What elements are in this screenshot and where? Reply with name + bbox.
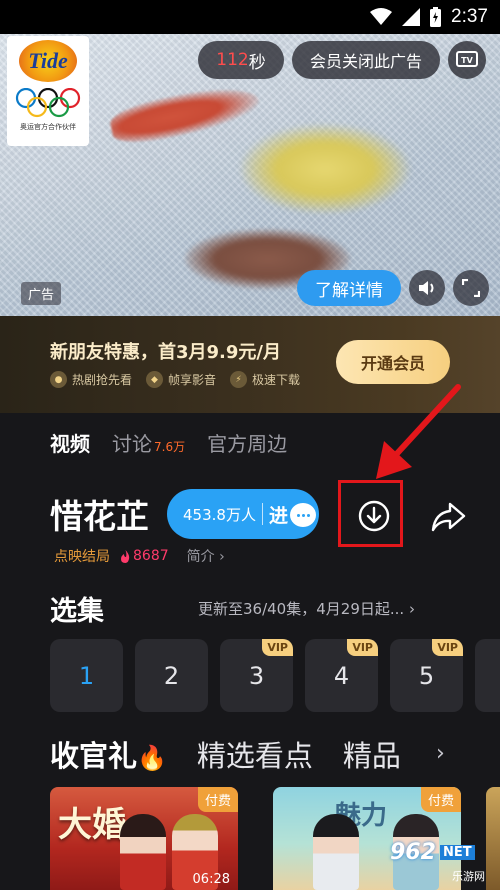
tab-premium[interactable]: 精品: [343, 733, 401, 775]
show-meta-row: 点映结局 8687 简介 ›: [54, 546, 225, 566]
tab-discussion[interactable]: 讨论 7.6万: [112, 428, 185, 457]
learn-more-button[interactable]: 了解详情: [297, 270, 401, 306]
tab-official-merch[interactable]: 官方周边: [207, 428, 287, 457]
paid-badge: 付费: [197, 787, 238, 812]
speaker-icon: [419, 281, 434, 295]
ad-video-area[interactable]: Tide 奥运官方合作伙伴 112 秒 会员关闭此广告 TV 广告 了解详情: [0, 34, 500, 316]
status-bar: 2:37: [0, 0, 500, 34]
cast-tv-button[interactable]: TV: [448, 41, 486, 79]
character-figure: [313, 814, 359, 890]
episode-list: 1 2 3 VIP 4 VIP 5 VIP: [50, 639, 500, 712]
heat-fire: 8687: [120, 548, 169, 564]
ending-label: 点映结局: [54, 549, 110, 565]
episodes-heading: 选集: [50, 596, 104, 627]
olympic-rings-icon: [15, 88, 81, 118]
tab-finale-gift[interactable]: 收官礼🔥: [50, 733, 167, 775]
signal-icon: [402, 8, 421, 26]
site-watermark: 962 NET: [390, 840, 475, 865]
content-tabs: 视频 讨论 7.6万 官方周边: [50, 428, 287, 457]
member-close-ad-button[interactable]: 会员关闭此广告: [292, 41, 440, 79]
member-perks: ● 热剧抢先看 ◆ 帧享影音 ⚡ 极速下载: [50, 371, 300, 388]
ad-countdown: 112 秒: [198, 41, 284, 79]
lightning-icon: ⚡: [230, 371, 248, 388]
member-promo-title: 新朋友特惠，首3月9.9元/月: [50, 342, 281, 363]
chat-bubble-icon: [290, 503, 316, 527]
watermark-subtitle: 乐游网: [452, 870, 485, 883]
sound-button[interactable]: [409, 270, 445, 306]
open-membership-button[interactable]: 开通会员: [336, 340, 450, 384]
chevron-right-icon: ›: [219, 549, 225, 565]
divider: [261, 503, 263, 525]
tide-logo: Tide: [19, 40, 77, 82]
intro-link[interactable]: 简介 ›: [187, 546, 225, 566]
frame-icon: ◆: [146, 371, 164, 388]
episodes-update-link[interactable]: 更新至36/40集，4月29日起... ›: [198, 598, 415, 619]
fire-icon: [121, 549, 130, 563]
episode-item[interactable]: 1: [50, 639, 123, 712]
download-highlight-box: [338, 480, 403, 547]
perk-item: ⚡ 极速下载: [230, 371, 300, 388]
svg-text:TV: TV: [461, 56, 473, 65]
tab-selected-highlights[interactable]: 精选看点: [197, 733, 313, 775]
thumbnail-title: 大婚: [58, 805, 126, 845]
perk-item: ◆ 帧享影音: [146, 371, 216, 388]
ad-label: 广告: [21, 282, 62, 305]
yellow-stain: [240, 124, 410, 214]
highlight-tabs: 收官礼🔥 精选看点 精品: [50, 733, 431, 775]
wifi-icon: [370, 8, 393, 25]
tv-icon: TV: [456, 51, 478, 67]
vip-badge: VIP: [262, 639, 293, 656]
viewer-count: 453.8万人: [183, 505, 256, 524]
battery-icon: [430, 7, 442, 27]
fullscreen-icon: [462, 279, 480, 297]
enter-chat-label: 进: [268, 504, 288, 527]
video-thumbnail[interactable]: 大婚 付费 06:28: [50, 787, 238, 890]
show-title: 惜花芷: [50, 497, 149, 536]
episode-item[interactable]: 5 VIP: [390, 639, 463, 712]
status-icons: 2:37: [370, 6, 488, 28]
annotation-arrow-icon: [376, 384, 461, 479]
countdown-unit: 秒: [248, 52, 266, 73]
countdown-value: 112: [216, 50, 249, 70]
tab-video[interactable]: 视频: [50, 428, 90, 457]
highlight-thumbnails: 大婚 付费 06:28 魅力 付费: [50, 787, 500, 890]
paid-badge: 付费: [420, 787, 461, 812]
flame-icon: 🔥: [137, 744, 167, 772]
vip-badge: VIP: [347, 639, 378, 656]
video-thumbnail[interactable]: 魅力 付费: [273, 787, 461, 890]
episode-item-partial[interactable]: [475, 639, 500, 712]
vip-badge: VIP: [432, 639, 463, 656]
video-duration: 06:28: [192, 872, 230, 887]
share-icon[interactable]: [430, 500, 466, 534]
ad-brand-logo: Tide 奥运官方合作伙伴: [7, 36, 89, 146]
episode-item[interactable]: 2: [135, 639, 208, 712]
character-figure: [120, 814, 166, 890]
perk-item: ● 热剧抢先看: [50, 371, 132, 388]
discussion-count: 7.6万: [154, 440, 186, 454]
fullscreen-button[interactable]: [453, 270, 489, 306]
episode-item[interactable]: 4 VIP: [305, 639, 378, 712]
video-thumbnail-partial[interactable]: [486, 787, 500, 890]
status-time: 2:37: [451, 6, 488, 27]
chevron-right-icon[interactable]: ›: [436, 741, 445, 766]
chevron-right-icon: ›: [408, 600, 415, 618]
ad-brand-caption: 奥运官方合作伙伴: [20, 123, 76, 131]
popcorn-icon: ●: [50, 371, 67, 388]
episode-item[interactable]: 3 VIP: [220, 639, 293, 712]
